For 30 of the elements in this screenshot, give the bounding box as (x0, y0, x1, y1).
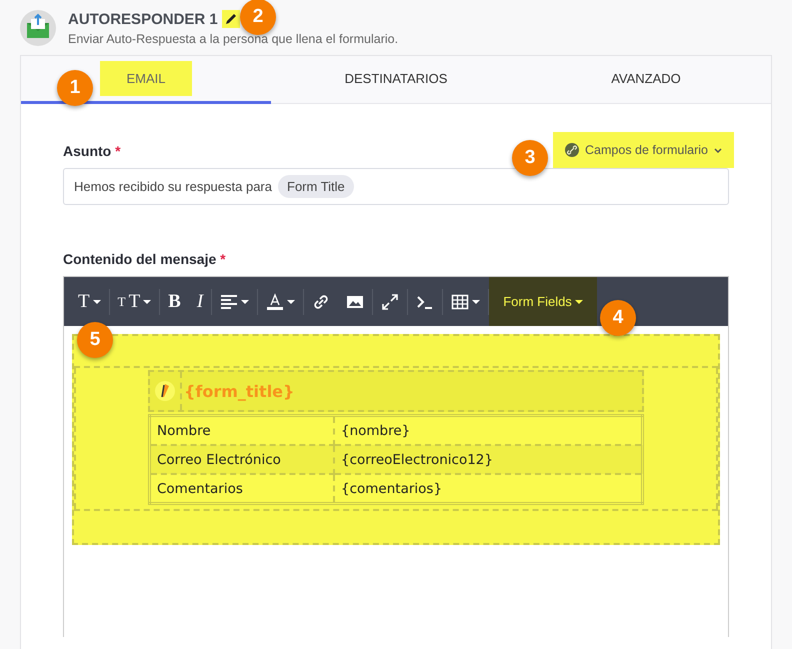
table-cell: Correo Electrónico (150, 445, 334, 474)
edit-button[interactable] (222, 10, 240, 28)
table-cell: Comentarios (150, 474, 334, 504)
table-icon (451, 292, 470, 310)
tab[interactable]: AVANZADO (521, 56, 771, 104)
bold-button[interactable]: B (160, 277, 189, 326)
form-fields-dropdown[interactable]: Campos de formulario (553, 132, 734, 168)
table-cell: {correoElectronico12} (334, 445, 642, 474)
table-cell: Nombre (150, 416, 334, 445)
text-color-icon (266, 292, 284, 310)
subject-field[interactable]: Hemos recibido su respuesta para Form Title (63, 168, 729, 205)
field-label: Asunto * (63, 143, 121, 161)
pencil-icon (224, 12, 238, 26)
autoresponder-icon (20, 10, 56, 46)
italic-button[interactable]: I (188, 277, 212, 326)
form-fields-button[interactable]: Form Fields (489, 277, 597, 326)
expand-icon (381, 292, 400, 310)
page-title: AUTORESPONDER 1 (68, 10, 218, 28)
field-label: Contenido del mensaje * (63, 251, 227, 269)
link-icon (565, 143, 580, 157)
callout-badge: 2 (240, 0, 276, 35)
align-left-icon (220, 292, 238, 310)
field-token[interactable]: Form Title (278, 175, 354, 198)
table-cell: {comentarios} (334, 474, 642, 504)
table-cell: {nombre} (334, 416, 642, 445)
page-subtitle: Enviar Auto-Respuesta a la persona que llena el formulario. (68, 32, 398, 46)
tab[interactable]: DESTINATARIOS (271, 56, 521, 104)
chevron-down-icon (714, 148, 722, 152)
pencil-logo-icon (154, 380, 176, 402)
link-icon (312, 292, 330, 310)
